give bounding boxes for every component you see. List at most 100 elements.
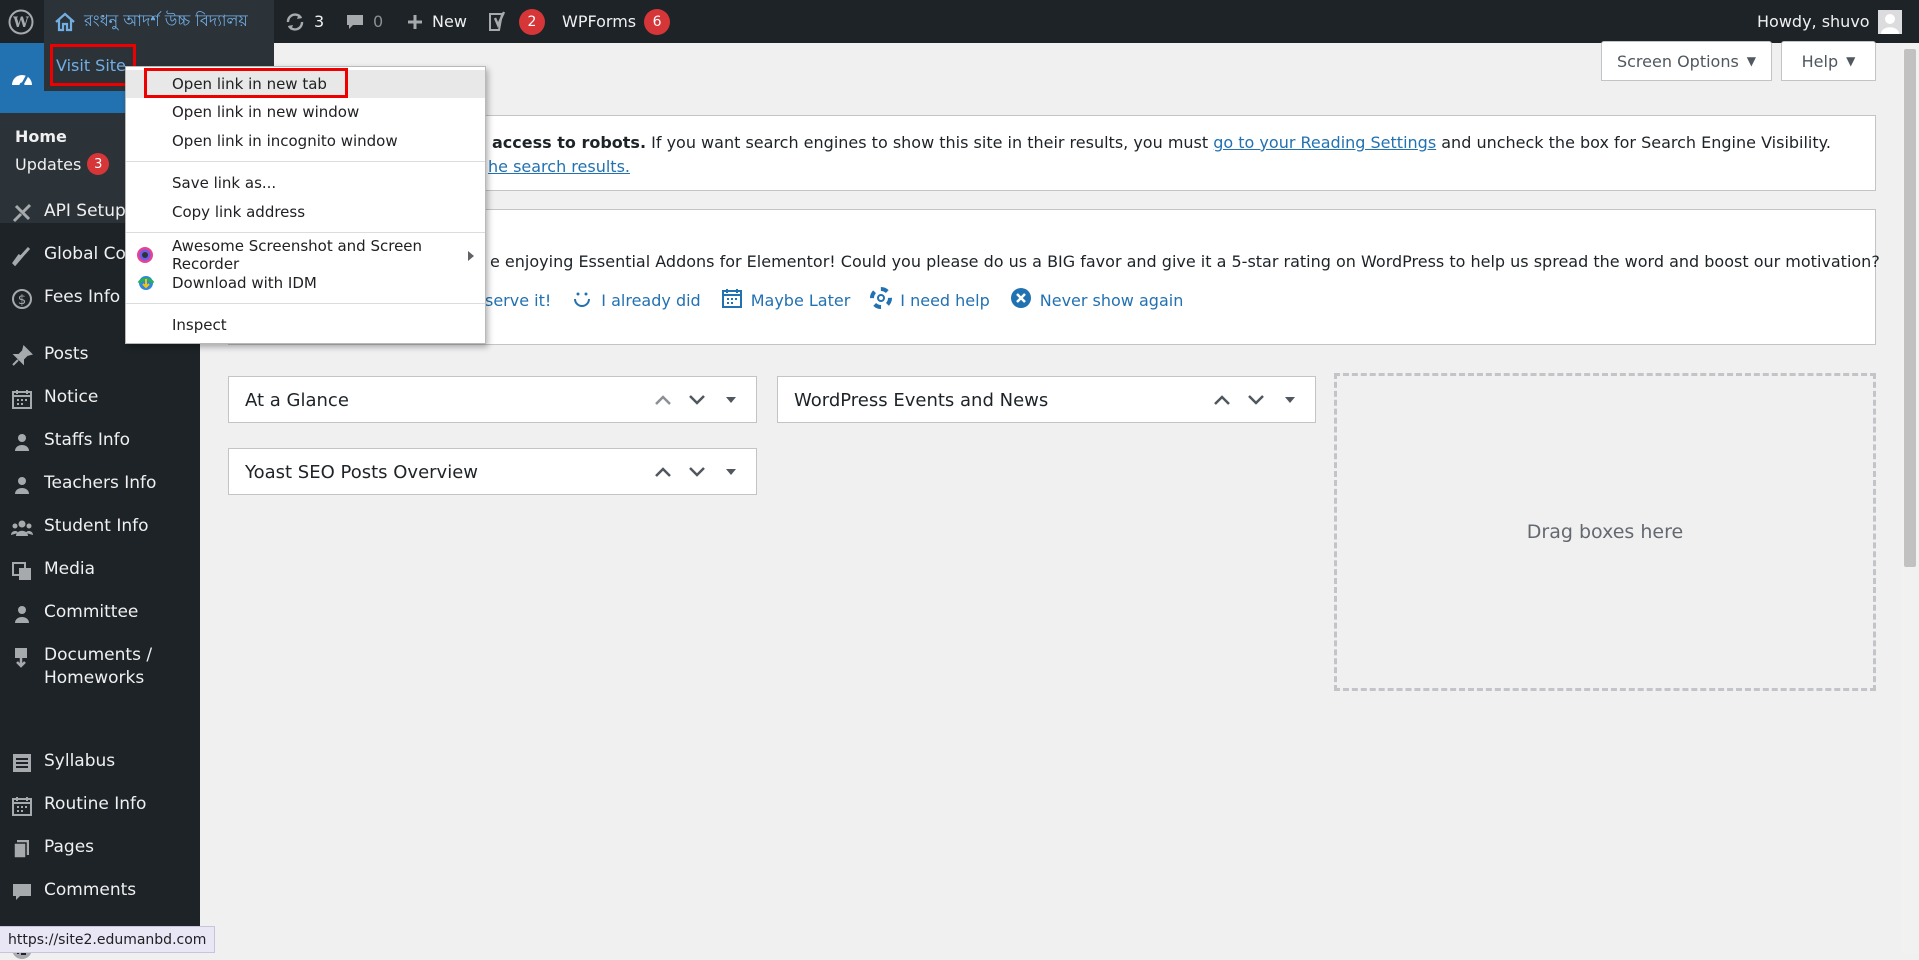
updates-badge: 3 bbox=[87, 153, 110, 175]
rating-notice-text: e enjoying Essential Addons for Elemento… bbox=[490, 252, 1880, 271]
chevron-up-icon[interactable] bbox=[1209, 389, 1235, 411]
context-inspect[interactable]: Inspect bbox=[126, 311, 485, 339]
search-results-link[interactable]: he search results. bbox=[488, 157, 630, 176]
chevron-up-icon[interactable] bbox=[650, 389, 676, 411]
my-account-menu[interactable]: Howdy, shuvo bbox=[1757, 0, 1902, 43]
scrollbar-thumb[interactable] bbox=[1904, 49, 1916, 567]
action-label: I need help bbox=[900, 290, 990, 310]
chevron-up-icon[interactable] bbox=[650, 461, 676, 483]
widget-controls bbox=[650, 389, 744, 411]
sidebar-item-pages[interactable]: Pages bbox=[0, 836, 200, 860]
chevron-down-icon[interactable] bbox=[684, 389, 710, 411]
toggle-panel-icon[interactable] bbox=[718, 461, 744, 483]
ok-deserve-it-link[interactable]: serve it! bbox=[485, 287, 551, 313]
sidebar-item-label: Notice bbox=[44, 387, 99, 407]
updates-menu[interactable]: 3 bbox=[284, 0, 324, 43]
toggle-panel-icon[interactable] bbox=[1277, 389, 1303, 411]
never-show-again-link[interactable]: Never show again bbox=[1010, 287, 1184, 313]
sidebar-item-documents-homeworks[interactable]: Documents / Homeworks bbox=[0, 644, 200, 690]
context-item-label: Save link as... bbox=[172, 174, 277, 192]
svg-text:$: $ bbox=[18, 293, 26, 308]
screen-options-label: Screen Options bbox=[1616, 51, 1739, 71]
context-separator bbox=[126, 161, 485, 162]
sidebar-item-syllabus[interactable]: Syllabus bbox=[0, 750, 200, 774]
sidebar-item-label: Pages bbox=[44, 837, 95, 857]
context-download-idm[interactable]: Download with IDM bbox=[126, 269, 485, 297]
submenu-updates[interactable]: Updates 3 bbox=[15, 153, 110, 175]
submenu-home[interactable]: Home bbox=[15, 127, 67, 146]
dismiss-icon bbox=[1010, 287, 1032, 313]
comments-menu[interactable]: 0 bbox=[345, 0, 383, 43]
yoast-icon bbox=[487, 10, 511, 34]
context-awesome-screenshot[interactable]: Awesome Screenshot and Screen Recorder bbox=[126, 237, 485, 273]
sidebar-item-staffs-info[interactable]: Staffs Info bbox=[0, 429, 200, 453]
chevron-down-icon[interactable] bbox=[684, 461, 710, 483]
widget-controls bbox=[1209, 389, 1303, 411]
dollar-icon: $ bbox=[0, 286, 44, 310]
sidebar-item-posts[interactable]: Posts bbox=[0, 343, 200, 367]
pages-icon bbox=[0, 836, 44, 860]
pin-icon bbox=[0, 343, 44, 367]
sidebar-item-label: Global Col bbox=[44, 244, 131, 264]
browser-context-menu: Open link in new tab Open link in new wi… bbox=[125, 66, 486, 344]
context-item-label: Open link in new window bbox=[172, 103, 360, 121]
api-icon bbox=[0, 200, 44, 224]
sidebar-item-media[interactable]: Media bbox=[0, 558, 200, 582]
sidebar-item-label: Fees Info bbox=[44, 287, 121, 307]
groups-icon bbox=[0, 515, 44, 539]
calendar-icon bbox=[0, 793, 44, 817]
page-scrollbar[interactable] bbox=[1901, 43, 1919, 953]
brush-icon bbox=[0, 243, 44, 267]
yoast-menu[interactable]: 2 bbox=[487, 0, 545, 43]
context-item-label: Awesome Screenshot and Screen Recorder bbox=[172, 237, 423, 273]
caret-down-icon: ▼ bbox=[1746, 54, 1757, 68]
sidebar-item-student-info[interactable]: Student Info bbox=[0, 515, 200, 539]
widget-title: At a Glance bbox=[245, 390, 349, 411]
wpforms-menu[interactable]: WPForms 6 bbox=[562, 0, 671, 43]
events-news-widget: WordPress Events and News bbox=[777, 376, 1316, 423]
context-copy-link-address[interactable]: Copy link address bbox=[126, 198, 485, 226]
howdy-text: Howdy, shuvo bbox=[1757, 12, 1870, 31]
already-did-link[interactable]: I already did bbox=[571, 287, 701, 313]
sidebar-item-label: Posts bbox=[44, 344, 89, 364]
toggle-panel-icon[interactable] bbox=[718, 389, 744, 411]
sidebar-item-label: Comments bbox=[44, 880, 137, 900]
context-open-incognito[interactable]: Open link in incognito window bbox=[126, 127, 485, 155]
comments-count: 0 bbox=[373, 12, 384, 31]
svg-text:W: W bbox=[12, 15, 29, 31]
user-icon bbox=[0, 429, 44, 453]
sidebar-item-label-wrap: Documents / Homeworks bbox=[44, 644, 152, 690]
sidebar-item-comments[interactable]: Comments bbox=[0, 879, 200, 903]
new-content-menu[interactable]: New bbox=[406, 0, 467, 43]
plus-icon bbox=[406, 13, 424, 31]
updates-count: 3 bbox=[314, 12, 325, 31]
submenu-arrow-icon bbox=[467, 248, 475, 266]
sidebar-item-label: Syllabus bbox=[44, 751, 116, 771]
screen-options-button[interactable]: Screen Options ▼ bbox=[1601, 41, 1772, 81]
reading-settings-link[interactable]: go to your Reading Settings bbox=[1213, 133, 1436, 152]
wpforms-badge: 6 bbox=[644, 8, 671, 35]
caret-down-icon: ▼ bbox=[1846, 54, 1856, 68]
sidebar-item-label: Staffs Info bbox=[44, 430, 131, 450]
sidebar-item-label: Student Info bbox=[44, 516, 149, 536]
sidebar-item-teachers-info[interactable]: Teachers Info bbox=[0, 472, 200, 496]
help-button[interactable]: Help ▼ bbox=[1781, 41, 1876, 81]
need-help-link[interactable]: I need help bbox=[870, 287, 990, 313]
list-icon bbox=[0, 750, 44, 774]
comment-icon bbox=[0, 879, 44, 903]
sidebar-item-label: Committee bbox=[44, 602, 139, 622]
download-icon bbox=[0, 644, 44, 668]
sidebar-item-notice[interactable]: Notice bbox=[0, 386, 200, 410]
context-item-label: Inspect bbox=[172, 316, 227, 334]
context-save-link-as[interactable]: Save link as... bbox=[126, 169, 485, 197]
sidebar-item-routine-info[interactable]: Routine Info bbox=[0, 793, 200, 817]
context-open-new-window[interactable]: Open link in new window bbox=[126, 98, 485, 126]
sidebar-item-label: Media bbox=[44, 559, 96, 579]
action-label: Never show again bbox=[1039, 290, 1184, 310]
support-icon bbox=[870, 287, 893, 313]
sidebar-item-committee[interactable]: Committee bbox=[0, 601, 200, 625]
wordpress-logo-icon[interactable]: W bbox=[8, 0, 34, 43]
site-name-menu[interactable]: রংধনু আদর্শ উচ্চ বিদ্যালয় bbox=[44, 0, 274, 43]
chevron-down-icon[interactable] bbox=[1243, 389, 1269, 411]
maybe-later-link[interactable]: Maybe Later bbox=[721, 287, 850, 313]
